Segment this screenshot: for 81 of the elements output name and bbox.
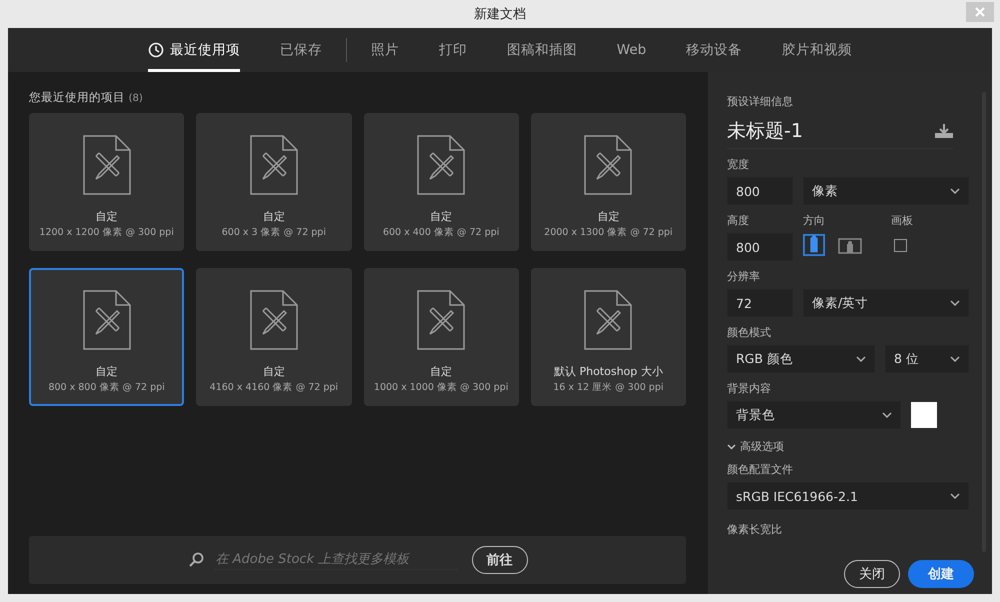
go-button[interactable]: 前往 — [472, 546, 528, 574]
field-label: 像素长宽比 — [727, 522, 783, 537]
search-field[interactable]: 在 Adobe Stock 上查找更多模板 — [214, 550, 458, 570]
preset-name: 自定 — [430, 364, 452, 379]
dropdown[interactable]: sRGB IEC61966-2.1 — [727, 482, 969, 510]
chevron-down-icon — [950, 300, 960, 306]
preset-name: 自定 — [430, 209, 452, 224]
preset-name: 自定 — [597, 209, 620, 224]
dropdown[interactable]: RGB 颜色 — [727, 345, 875, 373]
portrait-orientation-button[interactable] — [803, 233, 825, 257]
section-heading: 您最近使用的项目 (8) — [29, 90, 144, 105]
chevron-down-icon — [882, 412, 892, 418]
preset-card[interactable]: 自定 2000 x 1300 像素 @ 72 ppi — [530, 113, 686, 251]
tab[interactable]: 最近使用项 — [148, 28, 240, 72]
tab[interactable]: 胶片和视频 — [782, 28, 852, 72]
color-swatch[interactable] — [911, 402, 937, 428]
field-label: 画板 — [891, 213, 913, 228]
document-icon — [82, 135, 131, 195]
preset-size: 600 x 3 像素 @ 72 ppi — [222, 226, 326, 239]
close-icon — [975, 7, 985, 17]
input-field[interactable]: 800 — [727, 233, 793, 261]
preset-size: 1200 x 1200 像素 @ 300 ppi — [39, 226, 174, 239]
preset-name: 默认 Photoshop 大小 — [554, 364, 663, 379]
tab[interactable]: 图稿和插图 — [506, 28, 577, 72]
document-icon — [417, 135, 466, 195]
field-label: 宽度 — [727, 157, 750, 172]
clock-icon — [148, 42, 164, 58]
dropdown[interactable]: 8 位 — [885, 345, 969, 373]
dropdown[interactable]: 像素 — [803, 177, 969, 205]
field-label: 高度 — [727, 213, 750, 228]
tab[interactable]: 已保存 — [280, 28, 322, 72]
chevron-down-icon — [950, 188, 960, 194]
search-icon — [188, 552, 204, 568]
field-label: 分辨率 — [727, 269, 761, 284]
create-button[interactable]: 创建 — [908, 560, 974, 588]
field-label: 方向 — [803, 213, 826, 228]
dropdown[interactable]: 背景色 — [727, 401, 901, 429]
preset-card[interactable]: 自定 600 x 3 像素 @ 72 ppi — [196, 113, 352, 251]
preset-name: 自定 — [262, 364, 285, 379]
document-icon — [584, 290, 632, 350]
field-label: 背景内容 — [727, 381, 772, 396]
preset-size: 16 x 12 厘米 @ 300 ppi — [553, 381, 664, 394]
preset-size: 800 x 800 像素 @ 72 ppi — [48, 381, 165, 394]
tab[interactable]: Web — [616, 28, 646, 72]
preset-name: 自定 — [262, 209, 285, 224]
document-icon — [584, 135, 632, 195]
input-field[interactable]: 800 — [727, 177, 793, 205]
chevron-icon — [727, 442, 736, 451]
preset-name: 自定 — [96, 209, 118, 224]
window-title: 新建文档 — [474, 6, 526, 23]
preset-card[interactable]: 自定 800 x 800 像素 @ 72 ppi — [29, 268, 184, 406]
chevron-down-icon — [856, 356, 866, 362]
section-heading: 预设详细信息 — [727, 94, 794, 109]
preset-card[interactable]: 自定 1200 x 1200 像素 @ 300 ppi — [29, 113, 184, 251]
chevron-down-icon — [950, 356, 960, 362]
tab[interactable]: 打印 — [438, 28, 467, 72]
preset-name: 自定 — [96, 364, 118, 379]
preset-card[interactable]: 自定 600 x 400 像素 @ 72 ppi — [364, 113, 519, 251]
document-icon — [250, 290, 298, 350]
preset-size: 2000 x 1300 像素 @ 72 ppi — [544, 226, 673, 239]
preset-card[interactable]: 默认 Photoshop 大小 16 x 12 厘米 @ 300 ppi — [530, 268, 686, 406]
field-label: 颜色模式 — [727, 325, 772, 340]
tab[interactable]: 照片 — [370, 28, 399, 72]
document-name-field[interactable]: 未标题-1 — [727, 114, 803, 148]
document-icon — [250, 135, 298, 195]
document-icon — [82, 290, 131, 350]
preset-size: 4160 x 4160 像素 @ 72 ppi — [210, 381, 338, 394]
dropdown[interactable]: 像素/英寸 — [803, 289, 969, 317]
document-icon — [417, 290, 466, 350]
chevron-down-icon — [950, 493, 960, 499]
advanced-options-toggle[interactable]: 高级选项 — [727, 439, 992, 454]
preset-card[interactable]: 自定 1000 x 1000 像素 @ 300 ppi — [364, 268, 519, 406]
close-button[interactable]: 关闭 — [844, 560, 900, 588]
input-field[interactable]: 72 — [727, 289, 793, 317]
preset-card[interactable]: 自定 4160 x 4160 像素 @ 72 ppi — [196, 268, 352, 406]
tab[interactable]: 移动设备 — [686, 28, 742, 72]
save-preset-icon[interactable] — [935, 123, 953, 139]
preset-size: 600 x 400 像素 @ 72 ppi — [382, 226, 500, 239]
artboard-checkbox[interactable] — [894, 239, 907, 252]
preset-size: 1000 x 1000 像素 @ 300 ppi — [374, 381, 508, 394]
field-label: 颜色配置文件 — [727, 462, 794, 477]
